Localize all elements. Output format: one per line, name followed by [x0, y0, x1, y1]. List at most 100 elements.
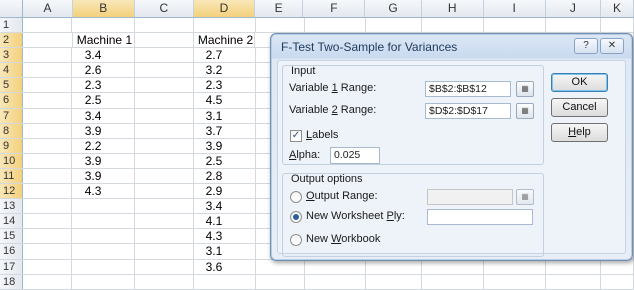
cell-g17[interactable]: [366, 259, 423, 274]
row-header[interactable]: 1: [0, 18, 24, 33]
cell-f1[interactable]: [305, 18, 367, 33]
cell-a10[interactable]: [23, 153, 73, 168]
column-header-i[interactable]: I: [484, 0, 546, 17]
cell-b7[interactable]: 3.4: [72, 108, 136, 123]
cell-d14[interactable]: 4.1: [194, 214, 257, 229]
cell-e1[interactable]: [256, 18, 305, 33]
cell-b3[interactable]: 3.4: [72, 48, 136, 63]
cell-b1[interactable]: [72, 18, 136, 33]
cell-a8[interactable]: [23, 123, 73, 138]
cell-b4[interactable]: 2.6: [72, 63, 136, 78]
cell-d18[interactable]: [194, 274, 257, 289]
cell-j18[interactable]: [546, 274, 601, 289]
new-worksheet-label[interactable]: New Worksheet Ply:: [306, 210, 405, 222]
cell-i17[interactable]: [484, 259, 546, 274]
cell-d1[interactable]: [194, 18, 257, 33]
new-workbook-radio[interactable]: [290, 234, 302, 246]
row-header[interactable]: 6: [0, 93, 24, 108]
cell-d12[interactable]: 2.9: [194, 184, 257, 199]
cell-c4[interactable]: [135, 63, 195, 78]
cell-h1[interactable]: [422, 18, 485, 33]
labels-checkbox[interactable]: ✓: [290, 130, 302, 142]
variable-1-range-input[interactable]: $B$2:$B$12: [425, 81, 511, 97]
cell-c9[interactable]: [135, 138, 195, 153]
cell-d13[interactable]: 3.4: [194, 199, 257, 214]
cell-d6[interactable]: 4.5: [194, 93, 257, 108]
cell-c5[interactable]: [135, 78, 195, 93]
row-header[interactable]: 2: [0, 33, 24, 48]
cell-a12[interactable]: [23, 184, 73, 199]
new-workbook-label[interactable]: New Workbook: [306, 233, 380, 245]
row-header[interactable]: 16: [0, 244, 24, 259]
row-header[interactable]: 18: [0, 274, 24, 289]
cell-a11[interactable]: [23, 168, 73, 184]
cell-j1[interactable]: [546, 18, 601, 33]
cell-a16[interactable]: [23, 244, 73, 259]
row-header[interactable]: 13: [0, 199, 24, 214]
cell-c16[interactable]: [135, 244, 195, 259]
cell-i18[interactable]: [484, 274, 546, 289]
output-range-radio[interactable]: [290, 191, 302, 203]
row-header[interactable]: 4: [0, 63, 24, 78]
cell-c12[interactable]: [135, 184, 195, 199]
labels-checkbox-label[interactable]: Labels: [306, 129, 338, 141]
cell-b10[interactable]: 3.9: [72, 153, 136, 168]
cell-a18[interactable]: [23, 274, 73, 289]
variable-2-range-input[interactable]: $D$2:$D$17: [425, 103, 511, 119]
row-header[interactable]: 3: [0, 48, 24, 63]
cell-d11[interactable]: 2.8: [194, 168, 257, 184]
cell-c18[interactable]: [135, 274, 195, 289]
cell-d17[interactable]: 3.6: [194, 259, 257, 274]
cell-k1[interactable]: [601, 18, 634, 33]
cell-a9[interactable]: [23, 138, 73, 153]
column-header-f[interactable]: F: [303, 0, 366, 17]
cell-a15[interactable]: [23, 229, 73, 244]
cell-c3[interactable]: [135, 48, 195, 63]
cell-j17[interactable]: [546, 259, 601, 274]
row-header[interactable]: 11: [0, 168, 24, 184]
cell-i1[interactable]: [484, 18, 546, 33]
cell-a17[interactable]: [23, 259, 73, 274]
cell-h17[interactable]: [422, 259, 485, 274]
row-header[interactable]: 8: [0, 123, 24, 138]
row-header[interactable]: 10: [0, 153, 24, 168]
cell-d2[interactable]: Machine 2: [194, 33, 255, 48]
cell-b12[interactable]: 4.3: [72, 184, 136, 199]
cell-e18[interactable]: [256, 274, 305, 289]
cell-b17[interactable]: [72, 259, 136, 274]
cell-d16[interactable]: 3.1: [194, 244, 257, 259]
cell-b14[interactable]: [72, 214, 136, 229]
cell-h18[interactable]: [422, 274, 485, 289]
cell-a6[interactable]: [23, 93, 73, 108]
cell-b5[interactable]: 2.3: [72, 78, 136, 93]
row-header[interactable]: 7: [0, 108, 24, 123]
cell-b16[interactable]: [72, 244, 136, 259]
cell-a13[interactable]: [23, 199, 73, 214]
column-header-j[interactable]: J: [546, 0, 601, 17]
column-header-g[interactable]: G: [365, 0, 422, 17]
column-header-e[interactable]: E: [255, 0, 304, 17]
help-button[interactable]: Help: [551, 123, 608, 142]
ok-button[interactable]: OK: [551, 73, 608, 92]
cell-c2[interactable]: [135, 33, 194, 48]
close-icon[interactable]: ✕: [600, 38, 624, 54]
cell-e17[interactable]: [256, 259, 305, 274]
cell-k18[interactable]: [601, 274, 634, 289]
cell-a3[interactable]: [23, 48, 73, 63]
cell-b6[interactable]: 2.5: [72, 93, 136, 108]
cell-c17[interactable]: [135, 259, 195, 274]
collapse-dialog-icon[interactable]: ▦: [516, 103, 534, 119]
cell-a14[interactable]: [23, 214, 73, 229]
cell-f17[interactable]: [305, 259, 367, 274]
cell-b18[interactable]: [72, 274, 136, 289]
cell-d4[interactable]: 3.2: [194, 63, 257, 78]
column-header-c[interactable]: C: [135, 0, 194, 17]
cell-a1[interactable]: [23, 18, 73, 33]
cell-b8[interactable]: 3.9: [72, 123, 136, 138]
cell-c11[interactable]: [135, 168, 195, 184]
cell-c8[interactable]: [135, 123, 195, 138]
new-worksheet-radio[interactable]: [290, 211, 302, 223]
cell-k17[interactable]: [601, 259, 634, 274]
cancel-button[interactable]: Cancel: [551, 98, 608, 117]
cell-a7[interactable]: [23, 108, 73, 123]
